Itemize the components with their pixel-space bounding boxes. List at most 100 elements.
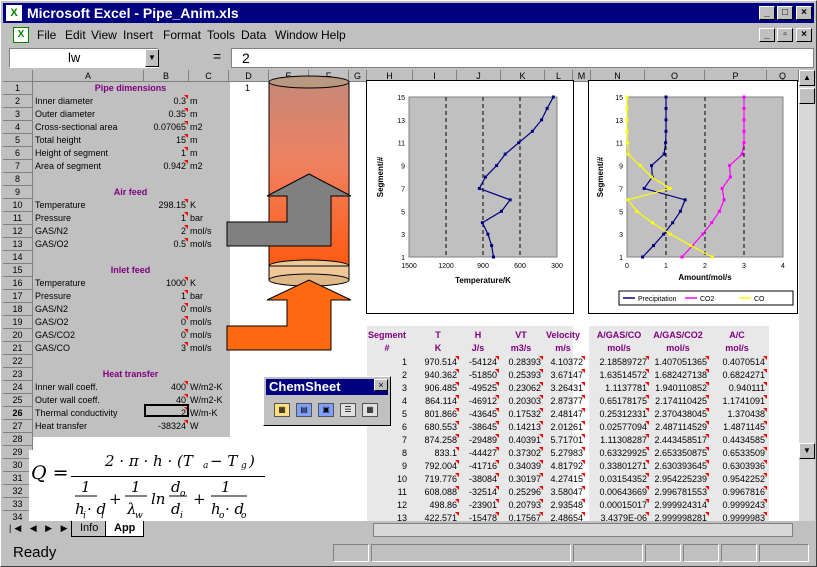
table-cell[interactable]: 2.999924314 [649,499,707,511]
table-cell[interactable]: 0.25393 [501,369,541,381]
table-icon[interactable]: ▦ [362,403,378,417]
table-cell[interactable]: 801.866 [419,408,457,420]
table-cell[interactable]: 10 [367,473,407,485]
row-header[interactable]: 18 [3,303,33,316]
param-value[interactable]: 15 [144,134,186,146]
table-cell[interactable]: 906.485 [419,382,457,394]
horizontal-scrollbar[interactable] [373,523,793,537]
formula-input[interactable]: 2 [231,48,814,68]
table-cell[interactable]: 3.58047 [543,486,583,498]
table-cell[interactable]: -49525 [459,382,497,394]
table-cell[interactable]: 2.954225239 [649,473,707,485]
table-cell[interactable]: 2.653350875 [649,447,707,459]
param-value[interactable]: 0 [144,329,186,341]
tab-nav-icons[interactable]: |◀ ◀ ▶ ▶| [9,523,76,534]
chemsheet-title[interactable]: ChemSheet [266,379,388,395]
row-header[interactable]: 6 [3,147,33,160]
table-cell[interactable]: 940.362 [419,369,457,381]
table-cell[interactable]: 3.67147 [543,369,583,381]
document-icon[interactable]: X [13,27,29,43]
table-cell[interactable]: 0.20303 [501,395,541,407]
row-header[interactable]: 17 [3,290,33,303]
table-cell[interactable]: 3.4379E-06 [591,512,647,521]
table-cell[interactable]: 9 [367,460,407,472]
table-cell[interactable]: 0.28393 [501,356,541,368]
table-cell[interactable]: 0.25296 [501,486,541,498]
table-cell[interactable]: 2.370438045 [649,408,707,420]
param-value[interactable]: 0.942 [144,160,186,172]
table-cell[interactable]: 2.48147 [543,408,583,420]
table-cell[interactable]: -38645 [459,421,497,433]
name-box[interactable]: lw [9,48,159,68]
row-header[interactable]: 9 [3,186,33,199]
doc-restore-button[interactable]: ▫ [777,28,793,42]
title-bar[interactable]: X Microsoft Excel - Pipe_Anim.xls _ □ × [3,3,814,23]
select-all-corner[interactable] [3,70,33,82]
scroll-down-icon[interactable]: ▼ [799,443,815,459]
table-cell[interactable]: -44427 [459,447,497,459]
menu-data[interactable]: Data [241,28,266,42]
table-cell[interactable]: 12 [367,499,407,511]
table-cell[interactable]: 0.940111 [709,382,765,394]
menu-tools[interactable]: Tools [207,28,235,42]
row-header[interactable]: 24 [3,381,33,394]
open-icon[interactable]: ▤ [296,403,312,417]
row-header[interactable]: 19 [3,316,33,329]
table-cell[interactable]: -43645 [459,408,497,420]
row-header[interactable]: 15 [3,264,33,277]
save-icon[interactable]: ▣ [318,403,334,417]
table-cell[interactable]: 2.48654 [543,512,583,521]
param-value[interactable]: 1000 [144,277,186,289]
chemsheet-toolbar[interactable]: ChemSheet × ▦ ▤ ▣ ☰ ▦ [263,376,391,426]
table-cell[interactable]: -32514 [459,486,497,498]
formula-equals-sign[interactable]: = [213,48,221,64]
table-cell[interactable]: 2.443458517 [649,434,707,446]
tab-app[interactable]: App [105,521,145,537]
row-header[interactable]: 16 [3,277,33,290]
vertical-scrollbar[interactable]: ▲ ▼ [799,70,815,521]
row-header[interactable]: 23 [3,368,33,381]
table-cell[interactable]: 0.30197 [501,473,541,485]
table-cell[interactable]: 1.11308287 [591,434,647,446]
table-cell[interactable]: -41716 [459,460,497,472]
table-cell[interactable]: 3.26431 [543,382,583,394]
table-cell[interactable]: 0.20793 [501,499,541,511]
table-cell[interactable]: 2.174110425 [649,395,707,407]
table-cell[interactable]: -23901 [459,499,497,511]
selected-cell-outline[interactable] [144,404,189,417]
param-value[interactable]: 0.3 [144,95,186,107]
table-cell[interactable]: 0.65178175 [591,395,647,407]
doc-minimize-button[interactable]: _ [759,28,775,42]
new-calc-icon[interactable]: ▦ [274,403,290,417]
table-cell[interactable]: 2.999998281 [649,512,707,521]
table-cell[interactable]: 864.114 [419,395,457,407]
table-cell[interactable]: 4.27415 [543,473,583,485]
menu-window[interactable]: Window [275,28,318,42]
table-cell[interactable]: 0.14213 [501,421,541,433]
table-cell[interactable]: 2.630393645 [649,460,707,472]
table-cell[interactable]: 833.1 [419,447,457,459]
table-cell[interactable]: 970.514 [419,356,457,368]
minimize-button[interactable]: _ [759,6,775,20]
column-header[interactable]: B [144,70,189,82]
table-cell[interactable]: 1.4871145 [709,421,765,433]
name-box-dropdown-icon[interactable]: ▼ [145,49,159,67]
table-cell[interactable]: 0.03154352 [591,473,647,485]
param-value[interactable]: 1 [144,212,186,224]
param-value[interactable]: 400 [144,381,186,393]
row-header[interactable]: 5 [3,134,33,147]
param-value[interactable]: 0 [144,316,186,328]
row-header[interactable]: 11 [3,212,33,225]
table-cell[interactable]: 0.25312331 [591,408,647,420]
table-cell[interactable]: 4.81792 [543,460,583,472]
table-cell[interactable]: 0.9542252 [709,473,765,485]
param-value[interactable]: 2 [144,225,186,237]
table-cell[interactable]: 0.33801271 [591,460,647,472]
table-cell[interactable]: 1.63514572 [591,369,647,381]
table-cell[interactable]: 608.088 [419,486,457,498]
table-cell[interactable]: 422.571 [419,512,457,521]
table-cell[interactable]: 1.1741091 [709,395,765,407]
menu-view[interactable]: View [91,28,117,42]
table-cell[interactable]: 0.40391 [501,434,541,446]
table-cell[interactable]: 0.17532 [501,408,541,420]
